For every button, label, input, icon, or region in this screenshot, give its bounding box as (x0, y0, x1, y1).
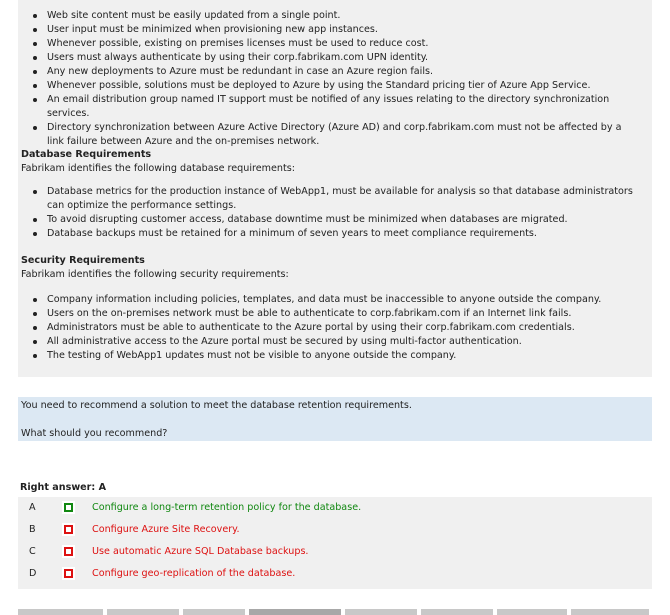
list-item: Whenever possible, existing on premises … (18, 37, 652, 51)
option-letter: D (29, 568, 37, 579)
answer-option-c[interactable]: C Use automatic Azure SQL Database backu… (18, 541, 652, 563)
security-requirements-intro: Fabrikam identifies the following securi… (21, 269, 289, 280)
list-item: An email distribution group named IT sup… (18, 93, 652, 121)
list-item: Database backups must be retained for a … (18, 227, 652, 241)
tab[interactable] (183, 609, 245, 615)
tab[interactable] (421, 609, 493, 615)
bottom-tab-strip (18, 609, 652, 615)
list-item: Whenever possible, solutions must be dep… (18, 79, 652, 93)
tab[interactable] (249, 609, 341, 615)
list-item: The testing of WebApp1 updates must not … (18, 349, 652, 363)
case-study-panel: Web site content must be easily updated … (18, 0, 652, 377)
wrong-marker-icon (62, 523, 75, 536)
list-item: Web site content must be easily updated … (18, 9, 652, 23)
tab[interactable] (497, 609, 567, 615)
correct-marker-icon (62, 501, 75, 514)
database-requirements-heading: Database Requirements (21, 149, 152, 160)
answer-option-b[interactable]: B Configure Azure Site Recovery. (18, 519, 652, 541)
option-text: Configure Azure Site Recovery. (92, 524, 240, 535)
list-item: Users on the on-premises network must be… (18, 307, 652, 321)
answer-option-d[interactable]: D Configure geo-replication of the datab… (18, 563, 652, 585)
security-requirements-list: Company information including policies, … (18, 293, 652, 363)
option-letter: A (29, 502, 36, 513)
list-item: Company information including policies, … (18, 293, 652, 307)
list-item: Users must always authenticate by using … (18, 51, 652, 65)
list-item: Database metrics for the production inst… (18, 185, 652, 213)
option-letter: B (29, 524, 36, 535)
option-letter: C (29, 546, 36, 557)
list-item: User input must be minimized when provis… (18, 23, 652, 37)
answer-options: A Configure a long-term retention policy… (18, 497, 652, 589)
tab[interactable] (107, 609, 179, 615)
list-item: To avoid disrupting customer access, dat… (18, 213, 652, 227)
option-text: Use automatic Azure SQL Database backups… (92, 546, 309, 557)
wrong-marker-icon (62, 545, 75, 558)
tab[interactable] (345, 609, 417, 615)
right-answer-label: Right answer: A (20, 482, 107, 493)
question-text: You need to recommend a solution to meet… (21, 400, 412, 411)
top-requirements-list: Web site content must be easily updated … (18, 9, 652, 149)
list-item: Directory synchronization between Azure … (18, 121, 652, 149)
answer-option-a[interactable]: A Configure a long-term retention policy… (18, 497, 652, 519)
tab[interactable] (571, 609, 649, 615)
tab[interactable] (18, 609, 103, 615)
option-text: Configure a long-term retention policy f… (92, 502, 362, 513)
question-panel: You need to recommend a solution to meet… (18, 397, 652, 441)
security-requirements-heading: Security Requirements (21, 255, 145, 266)
list-item: Any new deployments to Azure must be red… (18, 65, 652, 79)
database-requirements-intro: Fabrikam identifies the following databa… (21, 163, 295, 174)
wrong-marker-icon (62, 567, 75, 580)
database-requirements-list: Database metrics for the production inst… (18, 185, 652, 241)
list-item: All administrative access to the Azure p… (18, 335, 652, 349)
option-text: Configure geo-replication of the databas… (92, 568, 296, 579)
list-item: Administrators must be able to authentic… (18, 321, 652, 335)
question-prompt: What should you recommend? (21, 428, 168, 439)
